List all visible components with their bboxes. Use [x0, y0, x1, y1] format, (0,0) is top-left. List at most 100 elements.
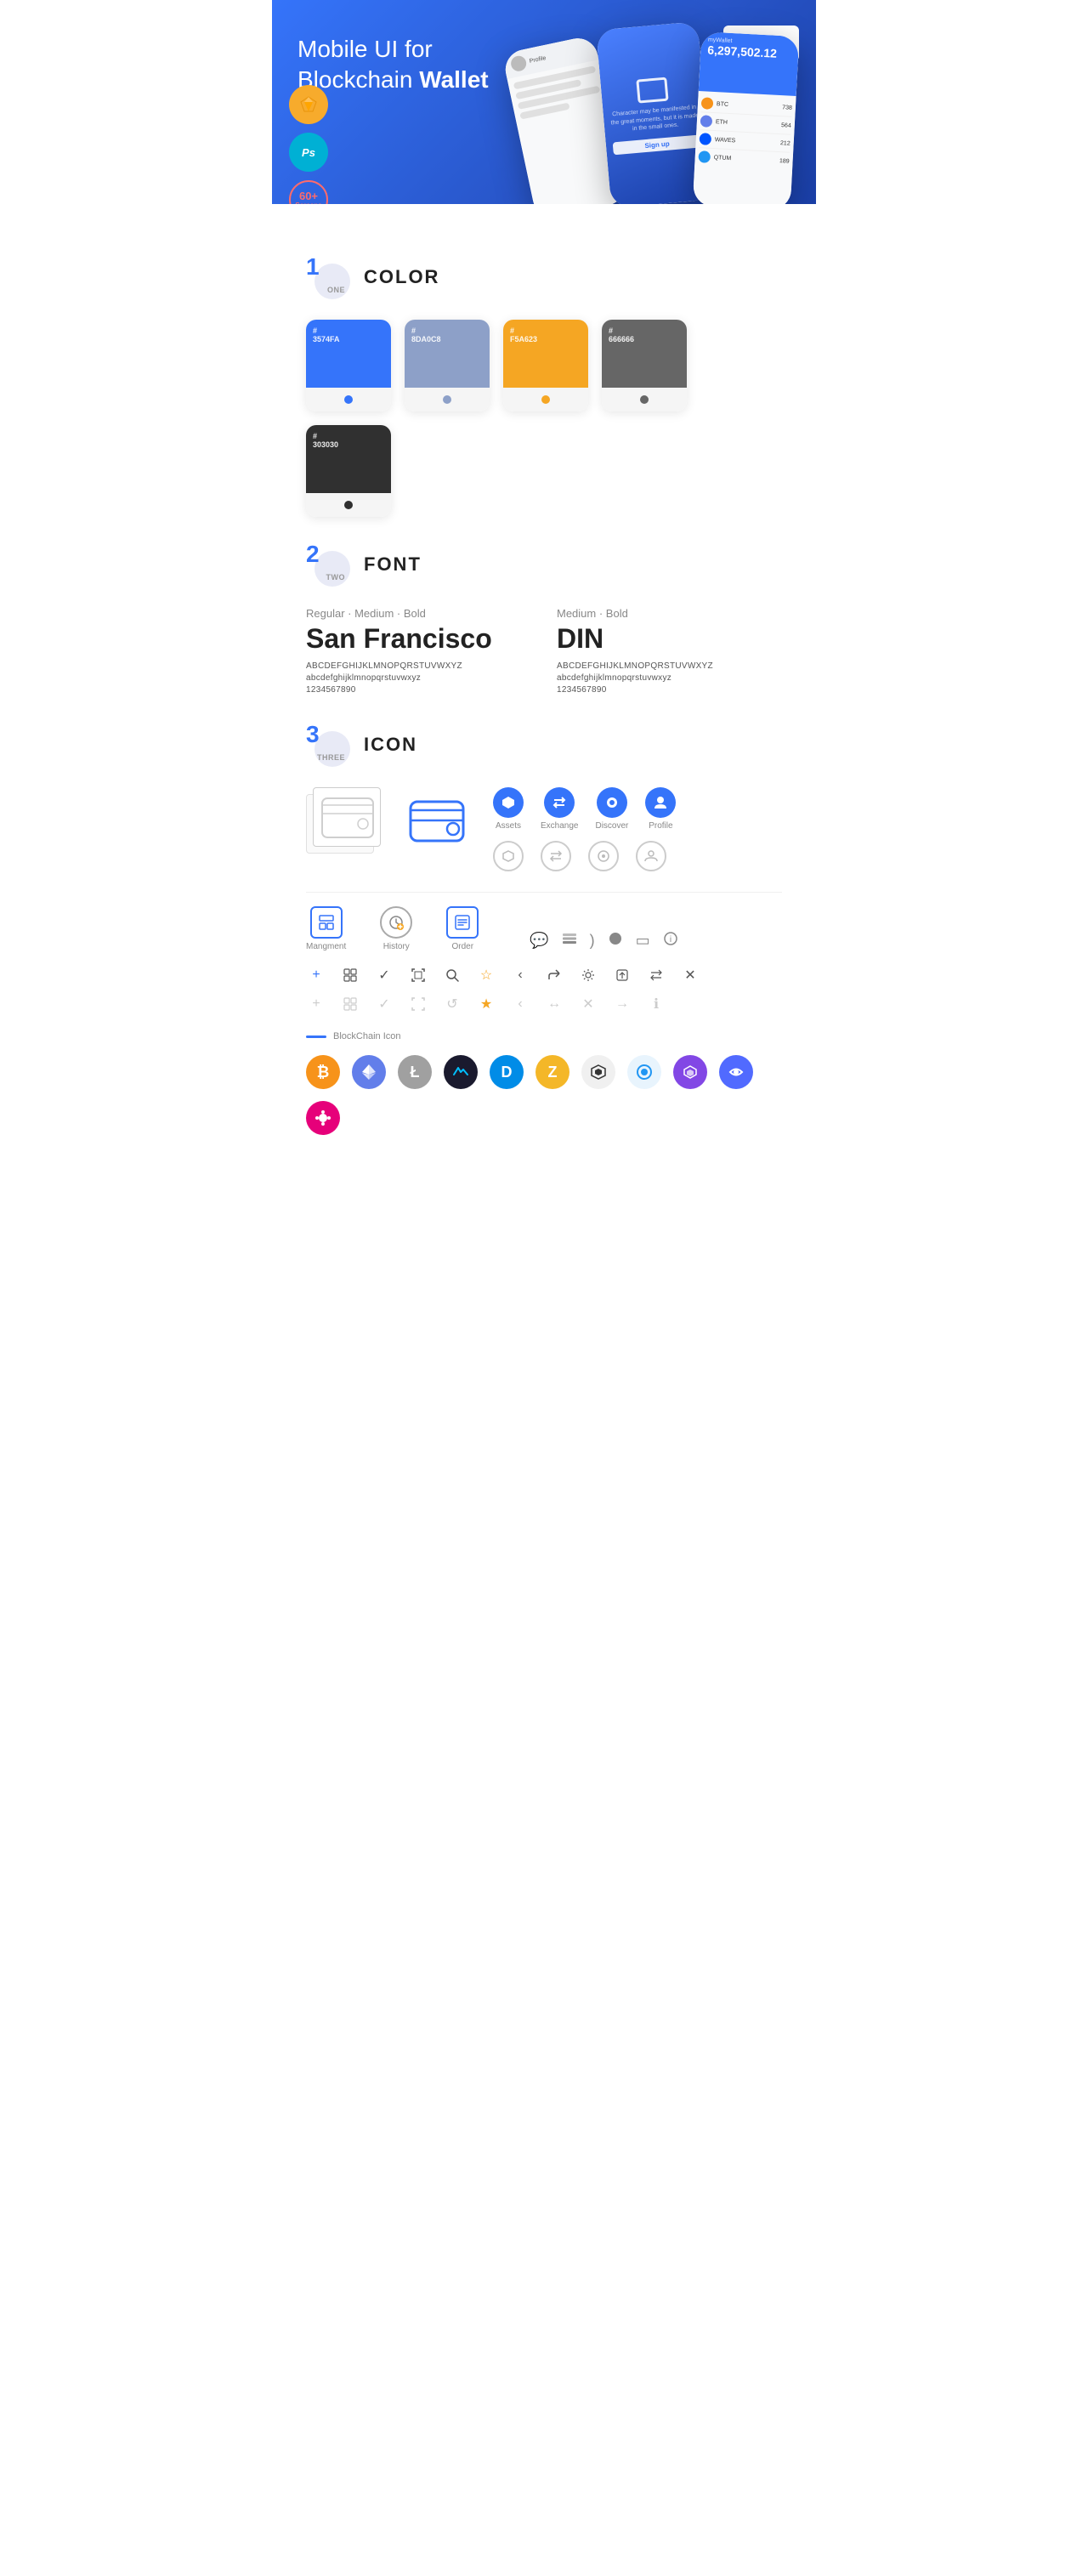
hero-title-bold: Wallet — [419, 66, 488, 93]
crypto-icons-row: ₿ Ł D Z — [306, 1055, 782, 1160]
management-nav-label: Mangment — [306, 942, 346, 951]
sf-lowercase: abcdefghijklmnopqrstuvwxyz — [306, 673, 531, 683]
color-card-orange: #F5A623 — [503, 320, 588, 411]
nav-icon-group: Assets Exchange Discover — [493, 787, 676, 871]
icon-section-title: ICON — [364, 734, 417, 756]
sf-numbers: 1234567890 — [306, 685, 531, 695]
font-san-francisco: Regular · Medium · Bold San Francisco AB… — [306, 607, 531, 697]
ui-kit-badge: UI Kit — [723, 26, 799, 61]
order-nav-item: Order — [446, 906, 479, 951]
color-card-dark: #303030 — [306, 425, 391, 517]
star-icon-muted: ★ — [476, 994, 496, 1014]
exchange-label: Exchange — [541, 821, 578, 831]
color-section-number: 1 — [306, 255, 320, 279]
band-icon — [719, 1055, 753, 1089]
scan-icon-muted — [408, 994, 428, 1014]
blockchain-line-decoration — [306, 1036, 326, 1038]
small-icons-row-muted: + ✓ ↺ ★ ‹ ↔ ✕ → ℹ — [306, 994, 782, 1014]
profile-icon — [645, 787, 676, 818]
comment-icon: 💬 — [530, 932, 548, 950]
assets-icon-item: Assets — [493, 787, 524, 831]
exchange-icon — [544, 787, 575, 818]
star-icon: ☆ — [476, 965, 496, 985]
hero-title: Mobile UI for Blockchain Wallet — [298, 34, 552, 96]
iota-icon — [581, 1055, 615, 1089]
icon-display-row: Assets Exchange Discover — [306, 787, 782, 871]
profile-icon-outline — [636, 841, 666, 871]
icon-section-number: 3 — [306, 723, 320, 746]
icon-section-label: THREE — [317, 753, 345, 762]
discover-label: Discover — [595, 821, 628, 831]
discover-icon — [597, 787, 627, 818]
order-nav-label: Order — [451, 942, 473, 951]
ltc-icon: Ł — [398, 1055, 432, 1089]
back-icon-muted: ‹ — [510, 994, 530, 1014]
sf-uppercase: ABCDEFGHIJKLMNOPQRSTUVWXYZ — [306, 661, 531, 671]
color-grid: #3574FA #8DA0C8 #F5A623 #666666 #303030 — [306, 320, 782, 517]
main-content: 1 ONE COLOR #3574FA #8DA0C8 #F5A623 #666… — [272, 204, 816, 1186]
profile-label: Profile — [649, 821, 672, 831]
waves-icon — [444, 1055, 478, 1089]
info-icon-muted: ℹ — [646, 994, 666, 1014]
scan-icon — [408, 965, 428, 985]
chat-icon: ▭ — [636, 932, 650, 950]
exchange-icon-item: Exchange — [541, 787, 578, 831]
assets-icon — [493, 787, 524, 818]
hero-section: Mobile UI for Blockchain Wallet UI Kit P… — [272, 0, 816, 204]
font-section-label: TWO — [326, 573, 346, 582]
font-section-title: FONT — [364, 553, 422, 576]
font-section-header: 2 TWO FONT — [306, 542, 782, 587]
back-icon: ‹ — [510, 965, 530, 985]
grid-icon — [340, 965, 360, 985]
assets-label: Assets — [496, 821, 521, 831]
icon-section-header: 3 THREE ICON — [306, 723, 782, 767]
color-hex-grayblue: #8DA0C8 — [411, 326, 441, 343]
stack-icon — [561, 930, 578, 951]
color-card-grayblue: #8DA0C8 — [405, 320, 490, 411]
color-hex-dark: #303030 — [313, 432, 338, 449]
icon-wallet-colored — [400, 787, 476, 855]
polygon-icon — [673, 1055, 707, 1089]
crescent-icon: ) — [590, 932, 595, 950]
history-nav-label: History — [383, 942, 410, 951]
blockchain-label-text: BlockChain Icon — [333, 1031, 401, 1041]
dot-icon — [306, 1101, 340, 1135]
forward-icon-muted: → — [612, 994, 632, 1014]
color-card-gray: #666666 — [602, 320, 687, 411]
dash-icon: D — [490, 1055, 524, 1089]
color-hex-blue: #3574FA — [313, 326, 340, 343]
bottom-nav-icons-row: Mangment History Order — [306, 892, 782, 951]
din-name: DIN — [557, 623, 782, 655]
search-icon — [442, 965, 462, 985]
discover-icon-outline — [588, 841, 619, 871]
font-din: Medium · Bold DIN ABCDEFGHIJKLMNOPQRSTUV… — [557, 607, 782, 697]
close-icon: ✕ — [680, 965, 700, 985]
discover-icon-item: Discover — [595, 787, 628, 831]
icon-blueprint — [306, 787, 382, 855]
profile-icon-item: Profile — [645, 787, 676, 831]
ps-badge: Ps — [289, 133, 328, 172]
plus-icon: + — [306, 965, 326, 985]
qtum-icon — [627, 1055, 661, 1089]
info-icon: i — [662, 930, 679, 951]
small-icons-row-1: + ✓ ☆ ‹ ✕ — [306, 965, 782, 985]
sf-name: San Francisco — [306, 623, 531, 655]
color-section-title: COLOR — [364, 266, 439, 288]
color-section-header: 1 ONE COLOR — [306, 255, 782, 299]
check-icon: ✓ — [374, 965, 394, 985]
management-nav-item: Mangment — [306, 906, 346, 951]
din-style-label: Medium · Bold — [557, 607, 782, 620]
color-hex-orange: #F5A623 — [510, 326, 537, 343]
color-hex-gray: #666666 — [609, 326, 634, 343]
x-icon-muted: ✕ — [578, 994, 598, 1014]
circle-icon — [607, 930, 624, 951]
arrows-icon-muted: ↔ — [544, 994, 564, 1014]
font-section-number: 2 — [306, 542, 320, 566]
history-nav-item: History — [380, 906, 412, 951]
exchange-icon-outline — [541, 841, 571, 871]
share-icon — [544, 965, 564, 985]
blockchain-label: BlockChain Icon — [306, 1031, 782, 1041]
din-numbers: 1234567890 — [557, 685, 782, 695]
btc-icon: ₿ — [306, 1055, 340, 1089]
settings-icon — [578, 965, 598, 985]
